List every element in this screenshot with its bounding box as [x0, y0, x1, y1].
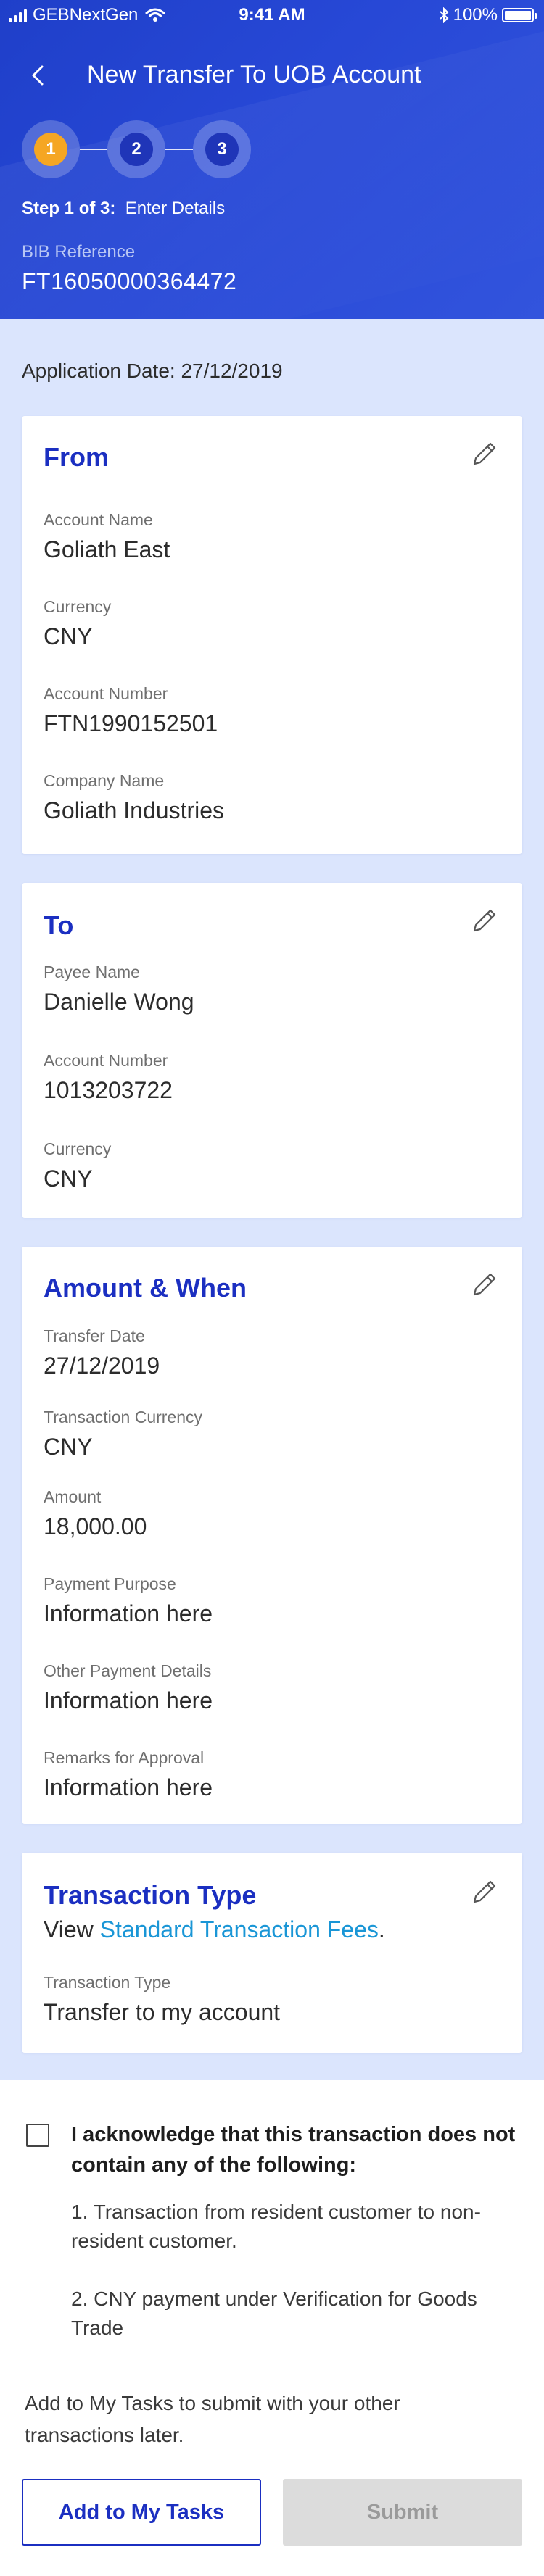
field-value: 1013203722 [44, 1077, 173, 1103]
step-caption: Step 1 of 3: Enter Details [22, 199, 225, 219]
field-label: Payee Name [44, 963, 140, 981]
header: GEBNextGen 9:41 AM 100% New Transfer To … [0, 0, 544, 319]
field-label: Currency [44, 597, 112, 616]
field-value: Information here [44, 1600, 213, 1626]
fees-view-text: View [44, 1916, 100, 1943]
bib-reference-label: BIB Reference [22, 242, 136, 262]
step-connector [80, 149, 107, 150]
field-value: Danielle Wong [44, 989, 194, 1015]
field-value: Information here [44, 1774, 213, 1800]
field-label: Account Number [44, 1051, 168, 1070]
acknowledge-item: 1. Transaction from resident customer to… [71, 2201, 481, 2252]
amount-card-title: Amount & When [44, 1273, 247, 1302]
fees-period: . [378, 1916, 385, 1943]
field-value: CNY [44, 1166, 93, 1192]
field-value: 27/12/2019 [44, 1353, 160, 1379]
field-label: Transaction Type [44, 1973, 171, 1992]
bib-reference-value: FT16050000364472 [22, 268, 237, 294]
to-card: To Payee Name Danielle Wong Account Numb… [22, 883, 522, 1218]
field-label: Transaction Currency [44, 1408, 203, 1426]
field-label: Company Name [44, 771, 165, 790]
transaction-type-title: Transaction Type [44, 1880, 257, 1910]
field-value: Transfer to my account [44, 1999, 281, 2025]
step-2-number: 2 [120, 133, 153, 166]
back-arrow-icon[interactable] [25, 61, 51, 90]
amount-when-card: Amount & When Transfer Date 27/12/2019 T… [22, 1247, 522, 1824]
field-value: CNY [44, 623, 93, 649]
field-value: CNY [44, 1434, 93, 1460]
standard-fees-link[interactable]: Standard Transaction Fees [100, 1916, 379, 1943]
field-label: Account Number [44, 684, 168, 703]
edit-amount-pencil-icon[interactable] [469, 1268, 500, 1300]
field-value: Goliath East [44, 536, 170, 562]
stepper: 1 2 3 [22, 120, 261, 178]
field-value: 18,000.00 [44, 1513, 147, 1540]
page-title: New Transfer To UOB Account [87, 61, 421, 88]
field-label: Account Name [44, 510, 153, 529]
field-label: Payment Purpose [44, 1574, 176, 1593]
acknowledge-checkbox[interactable] [26, 2124, 49, 2147]
field-value: FTN1990152501 [44, 710, 218, 736]
step-name: Enter Details [125, 199, 226, 218]
edit-transaction-type-pencil-icon[interactable] [469, 1876, 500, 1908]
acknowledge-text: I acknowledge that this transaction does… [71, 2123, 516, 2177]
step-1-number: 1 [34, 133, 67, 166]
field-label: Other Payment Details [44, 1661, 212, 1680]
acknowledge-item: 2. CNY payment under Verification for Go… [71, 2288, 477, 2339]
step-1: 1 [22, 120, 80, 178]
step-prefix: Step 1 of 3: [22, 199, 116, 218]
field-label: Amount [44, 1487, 102, 1506]
add-to-my-tasks-button[interactable]: Add to My Tasks [22, 2479, 261, 2546]
status-right: 100% [439, 5, 537, 25]
status-bar: GEBNextGen 9:41 AM 100% [0, 0, 544, 29]
field-label: Remarks for Approval [44, 1748, 205, 1767]
app-screen: GEBNextGen 9:41 AM 100% New Transfer To … [0, 0, 544, 2576]
battery-icon [502, 8, 537, 22]
to-card-title: To [44, 910, 74, 940]
transaction-type-card: Transaction Type View Standard Transacti… [22, 1853, 522, 2053]
edit-from-pencil-icon[interactable] [469, 438, 500, 470]
fees-line: View Standard Transaction Fees. [44, 1916, 385, 1943]
field-value: Goliath Industries [44, 797, 225, 823]
field-label: Currency [44, 1139, 112, 1158]
step-2: 2 [107, 120, 165, 178]
from-card-title: From [44, 442, 109, 472]
step-3: 3 [193, 120, 251, 178]
application-date: Application Date: 27/12/2019 [22, 360, 283, 382]
step-connector [165, 149, 193, 150]
bluetooth-icon [439, 7, 449, 23]
field-value: Information here [44, 1687, 213, 1713]
from-card: From Account Name Goliath East Currency … [22, 416, 522, 854]
field-label: Transfer Date [44, 1326, 145, 1345]
step-3-number: 3 [205, 133, 239, 166]
battery-percent: 100% [453, 5, 498, 25]
bottom-section: I acknowledge that this transaction does… [0, 2080, 544, 2576]
edit-to-pencil-icon[interactable] [469, 905, 500, 936]
submit-button[interactable]: Submit [283, 2479, 522, 2546]
add-tasks-note: Add to My Tasks to submit with your othe… [25, 2392, 400, 2446]
